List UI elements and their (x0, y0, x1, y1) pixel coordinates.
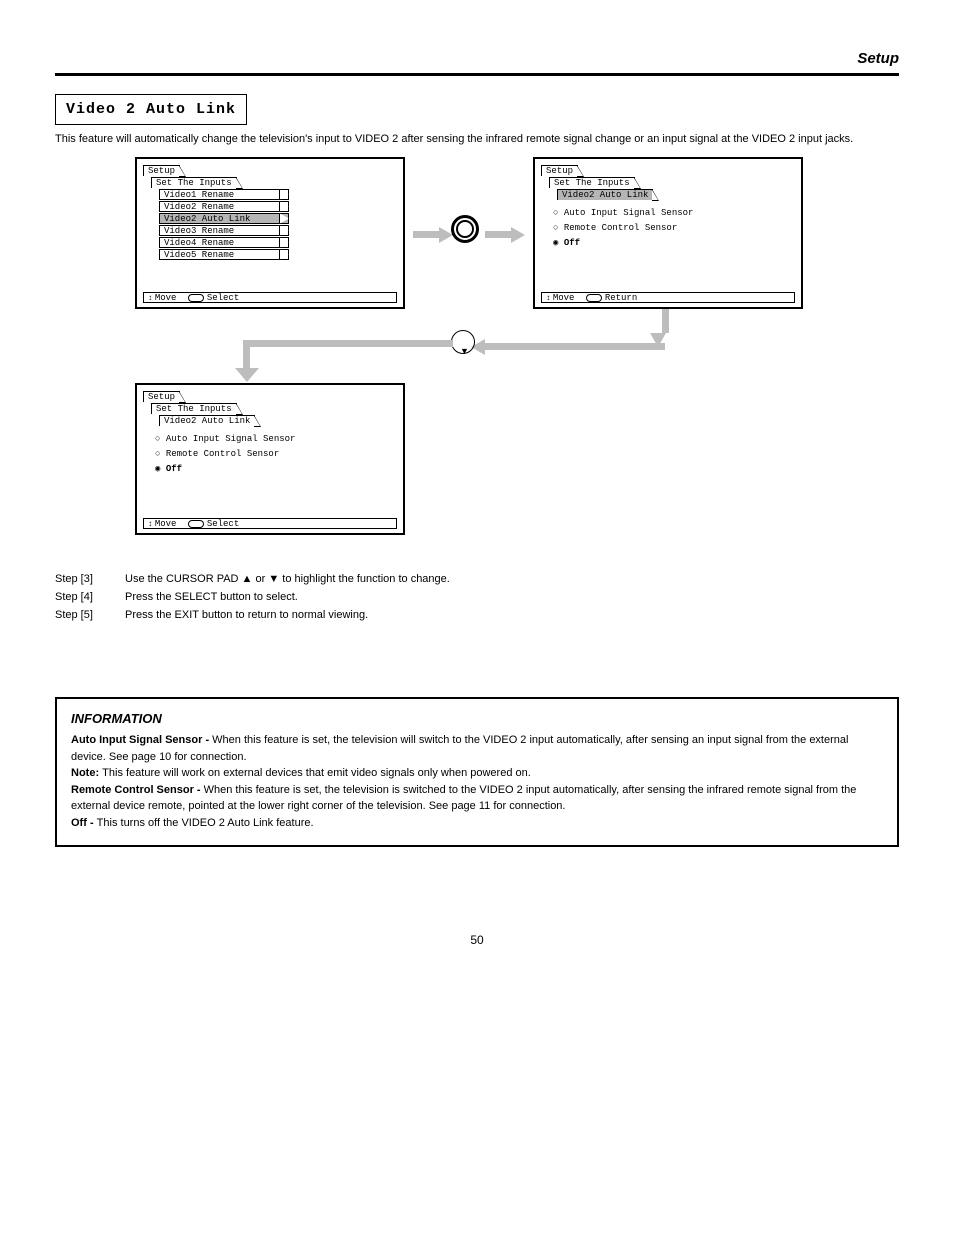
osd-item-video3-rename: Video3 Rename (159, 225, 289, 236)
osd-radio-auto: Auto Input Signal Sensor (155, 432, 399, 447)
info-note: Note: This feature will work on external… (71, 765, 883, 782)
intro-text: This feature will automatically change t… (55, 133, 899, 145)
title-box: Video 2 Auto Link (55, 94, 247, 125)
osd-radio-remote: Remote Control Sensor (553, 221, 797, 236)
arrow-down-elbow (662, 309, 669, 333)
osd-item-video2-rename: Video2 Rename (159, 201, 289, 212)
arrow-segment (247, 340, 453, 347)
cursor-down-icon: ▼ (460, 346, 469, 356)
osd-item-video4-rename: Video4 Rename (159, 237, 289, 248)
select-button-icon-1-inner (456, 220, 474, 238)
osd-tab-v2al: Video2 Auto Link (159, 415, 255, 426)
step-4: Step [4] Press the SELECT button to sele… (55, 590, 899, 605)
osd-tab-setup: Setup (143, 165, 180, 176)
osd-item-video1-rename: Video1 Rename (159, 189, 289, 200)
info-p3: Off - This turns off the VIDEO 2 Auto Li… (71, 815, 883, 832)
osd-footer: Move Select (143, 518, 397, 529)
flow-diagram: Setup Set The Inputs Video1 Rename Video… (135, 157, 899, 562)
osd-tab-setup: Setup (541, 165, 578, 176)
divider (55, 73, 899, 76)
osd-tab-set-inputs: Set The Inputs (151, 177, 237, 188)
osd-radio-remote: Remote Control Sensor (155, 447, 399, 462)
osd-tab-setup: Setup (143, 391, 180, 402)
osd-radio-auto: Auto Input Signal Sensor (553, 206, 797, 221)
osd-pane-2: Setup Set The Inputs Video2 Auto Link Au… (533, 157, 803, 309)
arrow-segment-v (243, 340, 250, 370)
osd-radio-off: Off (553, 236, 797, 251)
section-header: Setup (55, 50, 899, 67)
osd-pane-3: Setup Set The Inputs Video2 Auto Link Au… (135, 383, 405, 535)
page-number: 50 (55, 933, 899, 947)
arrow-down-head (235, 368, 259, 382)
osd-tab-set-inputs: Set The Inputs (151, 403, 237, 414)
osd-footer: Move Return (541, 292, 795, 303)
info-header: INFORMATION (71, 709, 883, 729)
arrow-left-1 (485, 343, 665, 350)
information-box: INFORMATION Auto Input Signal Sensor - W… (55, 697, 899, 848)
osd-item-video5-rename: Video5 Rename (159, 249, 289, 260)
osd-pane-1: Setup Set The Inputs Video1 Rename Video… (135, 157, 405, 309)
step-3: Step [3] Use the CURSOR PAD ▲ or ▼ to hi… (55, 572, 899, 587)
arrow-right-2 (485, 231, 511, 238)
osd-item-video2-autolink: Video2 Auto Link (159, 213, 289, 224)
step-5: Step [5] Press the EXIT button to return… (55, 608, 899, 623)
osd-radio-off: Off (155, 462, 399, 477)
osd-tab-v2al: Video2 Auto Link (557, 189, 653, 200)
arrow-right-1 (413, 231, 439, 238)
osd-footer: Move Select (143, 292, 397, 303)
osd-tab-set-inputs: Set The Inputs (549, 177, 635, 188)
info-p1: Auto Input Signal Sensor - When this fea… (71, 732, 883, 765)
info-p2: Remote Control Sensor - When this featur… (71, 782, 883, 815)
